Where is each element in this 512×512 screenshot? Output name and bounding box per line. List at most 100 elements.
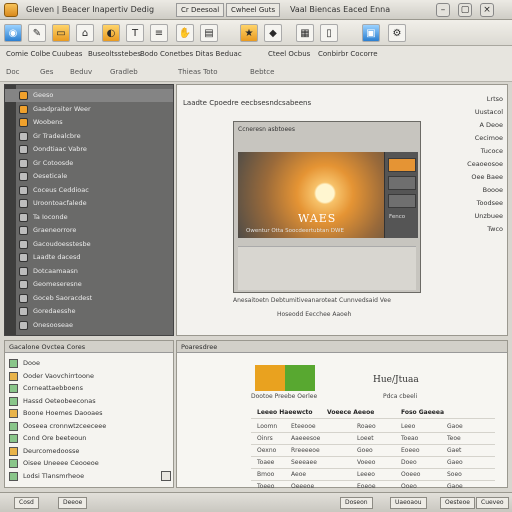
layer-thumbnail-icon	[9, 359, 18, 368]
thumbnail-1[interactable]	[388, 158, 416, 172]
menu-item-2[interactable]: Cuubeas	[52, 50, 82, 58]
property-item[interactable]: Toodsee	[447, 199, 503, 207]
globe-icon[interactable]: ◉	[4, 24, 22, 42]
property-item[interactable]: Tucoce	[447, 147, 503, 155]
layer-thumbnail-icon	[9, 434, 18, 443]
tree-item[interactable]: Laadte dacesd	[5, 251, 173, 264]
layer-row[interactable]: Oisee Uneeee Ceooeoe	[9, 457, 169, 470]
layer-row[interactable]: Ooseea cronnwtzceeceee	[9, 420, 169, 433]
tree-item[interactable]: Geeso	[5, 89, 173, 102]
submenu-item-2[interactable]: Ges	[40, 68, 53, 76]
menu-item-5[interactable]: Cteel Ocbus	[268, 50, 310, 58]
status-button-2[interactable]: Deeoe	[58, 497, 88, 509]
image-icon[interactable]: ◐	[102, 24, 120, 42]
tree-item[interactable]: Graeneorrore	[5, 224, 173, 237]
tree-item[interactable]: Gaadpraiter Weer	[5, 103, 173, 116]
layer-row[interactable]: Boone Hoemes Daooaes	[9, 407, 169, 420]
close-icon[interactable]: ×	[480, 3, 494, 17]
property-item[interactable]: Ceaoeosoe	[447, 160, 503, 168]
layer-row[interactable]: Deurcomedoosse	[9, 445, 169, 458]
pencil-icon[interactable]: ✎	[28, 24, 46, 42]
preview-caption: Ccneresn asbtoees	[238, 126, 295, 133]
table-row[interactable]: Toaee Seeeaee Voeeo Doeo Gaeo	[251, 457, 495, 469]
status-button-4[interactable]: Uaeoaou	[390, 497, 427, 509]
status-button-6[interactable]: Cueveo	[476, 497, 509, 509]
layer-row[interactable]: Cond Ore beeteoun	[9, 432, 169, 445]
property-item[interactable]: Twco	[447, 225, 503, 233]
layer-row[interactable]: Ooder Vaovchirrtoone	[9, 370, 169, 383]
hand-icon[interactable]: ✋	[176, 24, 194, 42]
submenu-item-5[interactable]: Thieas Toto	[178, 68, 218, 76]
layer-row[interactable]: Dooe	[9, 357, 169, 370]
video-frame[interactable]: WAES Owentur Otta Soocdeertubtan DWE	[238, 152, 388, 238]
note-icon[interactable]: ▤	[200, 24, 218, 42]
table-row[interactable]: Loomn Eteeooe Roaeo Leeo Gaoe	[251, 421, 495, 433]
status-button-1[interactable]: Cosd	[14, 497, 39, 509]
tree-item-label: Uroontoacfalede	[33, 199, 87, 207]
monitor-icon[interactable]: ▣	[362, 24, 380, 42]
tree-item-label: Ta Ioconde	[33, 212, 68, 221]
restore-icon[interactable]: ▢	[458, 3, 472, 17]
paint-icon[interactable]: ◆	[264, 24, 282, 42]
tree-item[interactable]: Gr Tradealcbre	[5, 130, 173, 143]
layer-row[interactable]: Corneattaebboens	[9, 382, 169, 395]
title-tab-2[interactable]: Cwheel Guts	[226, 3, 281, 17]
green-swatch[interactable]	[285, 365, 315, 391]
menu-item-1[interactable]: Comie Colbe	[6, 50, 50, 58]
property-item[interactable]: Oee Baee	[447, 173, 503, 181]
tree-item[interactable]: Ta Ioconde	[5, 211, 173, 224]
submenu-item-6[interactable]: Bebtce	[250, 68, 274, 76]
table-cell: Leeo	[401, 423, 416, 430]
star-icon[interactable]: ★	[240, 24, 258, 42]
table-row[interactable]: Oexno Rreeeeoe Goeo Eoeeo Gaet	[251, 445, 495, 457]
submenu-item-3[interactable]: Beduv	[70, 68, 92, 76]
thumbnail-3[interactable]	[388, 194, 416, 208]
table-cell: Doeo	[401, 459, 417, 466]
list-icon[interactable]: ≡	[150, 24, 168, 42]
layer-thumbnail-icon	[9, 371, 18, 381]
submenu-item-4[interactable]: Gradleb	[110, 68, 138, 76]
media-preview[interactable]: Ccneresn asbtoees WAES Owentur Otta Sooc…	[233, 121, 421, 293]
tree-item[interactable]: Goceb Saoracdest	[5, 292, 173, 305]
tree-item[interactable]: Gr Cotoosde	[5, 157, 173, 170]
tree-item[interactable]: Geomeseresne	[5, 278, 173, 291]
tree-item[interactable]: Coceus Ceddioac	[5, 184, 173, 197]
panel-expand-icon[interactable]	[161, 471, 171, 481]
property-item[interactable]: Boooe	[447, 186, 503, 194]
table-row[interactable]: Oinrs Aaeeesoe Loeet Toeao Teoe	[251, 433, 495, 445]
property-item[interactable]: Cecimoe	[447, 134, 503, 142]
tree-item[interactable]: Oeseticale	[5, 170, 173, 183]
tree-item[interactable]: Goredaesshe	[5, 305, 173, 318]
tree-item[interactable]: Oondtiaac Vabre	[5, 143, 173, 156]
table-icon[interactable]: ▦	[296, 24, 314, 42]
orange-swatch[interactable]	[255, 365, 285, 391]
folder-icon[interactable]: ▭	[52, 24, 70, 42]
thumbnail-2[interactable]	[388, 176, 416, 190]
tree-item[interactable]: Gacoudoesstesbe	[5, 238, 173, 251]
status-button-5[interactable]: Oesteoe	[440, 497, 475, 509]
page-icon[interactable]: ▯	[320, 24, 338, 42]
tree-item[interactable]: Uroontoacfalede	[5, 197, 173, 210]
title-tab-1[interactable]: Cr Deesoal	[176, 3, 225, 17]
submenu-item-1[interactable]: Doc	[6, 68, 20, 76]
table-row[interactable]: Bmoo Aeoe Leeeo Ooeeo Soeo	[251, 469, 495, 481]
property-item[interactable]: Uustacol	[447, 108, 503, 116]
property-item[interactable]: A Deoe	[447, 121, 504, 129]
property-item[interactable]: Lrtso	[447, 95, 503, 103]
layer-row[interactable]: Lodsi Tlansmrheoe	[9, 470, 169, 483]
menu-item-6[interactable]: Conbirbr Cocorre	[318, 50, 378, 58]
property-item[interactable]: Unzbuee	[447, 212, 503, 220]
tree-item[interactable]: Woobens	[5, 116, 173, 129]
tree-item[interactable]: Onesooseae	[5, 319, 173, 332]
gear-icon[interactable]: ⚙	[388, 24, 406, 42]
table-cell: Eoeeo	[401, 447, 420, 454]
layer-row[interactable]: Hassd Oeteobeeconas	[9, 395, 169, 408]
menu-item-3[interactable]: Buseoltsstebes	[88, 50, 141, 58]
menu-item-4[interactable]: Bodo Conetbes Ditas Beduac	[140, 50, 242, 58]
minimize-icon[interactable]: –	[436, 3, 450, 17]
tree-item[interactable]: Dotcaamaasn	[5, 265, 173, 278]
tag-icon[interactable]: ⌂	[76, 24, 94, 42]
file-icon	[19, 266, 28, 276]
text-icon[interactable]: T	[126, 24, 144, 42]
status-button-3[interactable]: Doseon	[340, 497, 373, 509]
